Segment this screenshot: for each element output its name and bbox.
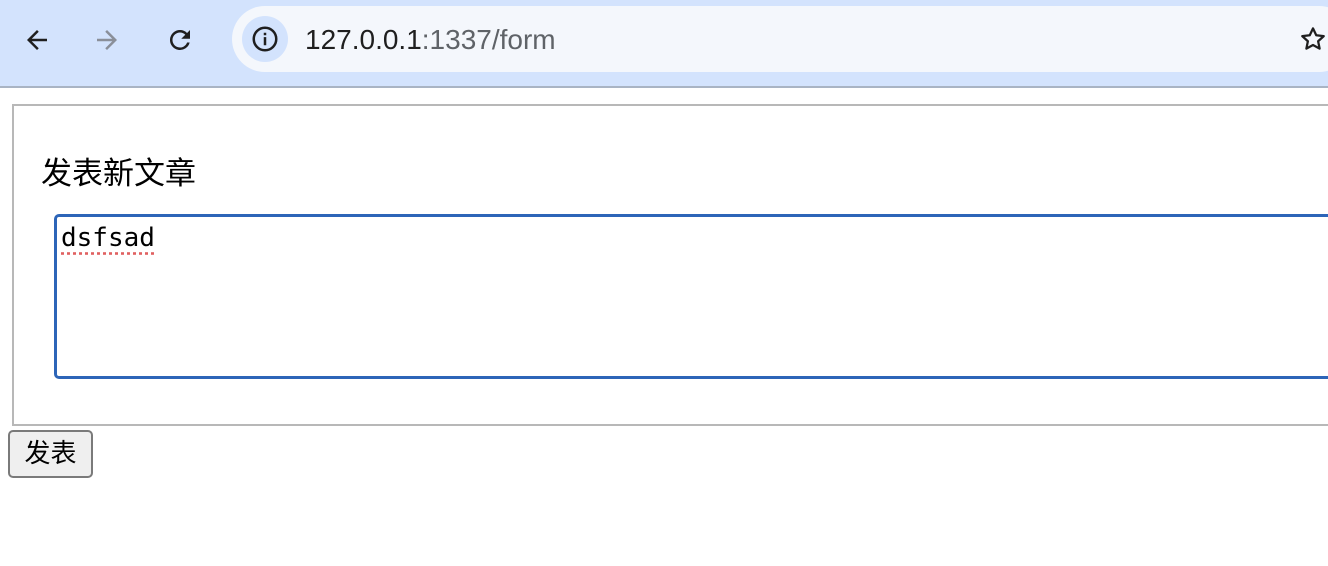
textarea-value: dsfsad — [61, 223, 155, 253]
submit-button[interactable]: 发表 — [8, 430, 93, 478]
url-text[interactable]: 127.0.0.1:1337/form — [305, 23, 556, 57]
info-icon — [252, 26, 278, 52]
back-arrow-icon — [27, 30, 47, 50]
form-label: 发表新文章 — [41, 156, 196, 192]
page-content: 发表新文章 dsfsad 发表 — [0, 88, 1328, 566]
post-form-fieldset: 发表新文章 dsfsad — [12, 104, 1328, 426]
forward-button[interactable] — [87, 20, 127, 60]
browser-toolbar: 127.0.0.1:1337/form — [0, 0, 1328, 88]
forward-arrow-icon — [97, 30, 117, 50]
reload-button[interactable] — [160, 20, 200, 60]
url-host: 127.0.0.1 — [305, 24, 422, 55]
site-info-button[interactable] — [242, 16, 288, 62]
back-button[interactable] — [17, 20, 57, 60]
url-path: :1337/form — [421, 24, 556, 55]
star-icon[interactable] — [1298, 24, 1328, 54]
article-textarea[interactable]: dsfsad — [54, 214, 1328, 379]
reload-icon — [169, 29, 190, 50]
address-bar[interactable]: 127.0.0.1:1337/form — [232, 6, 1328, 72]
